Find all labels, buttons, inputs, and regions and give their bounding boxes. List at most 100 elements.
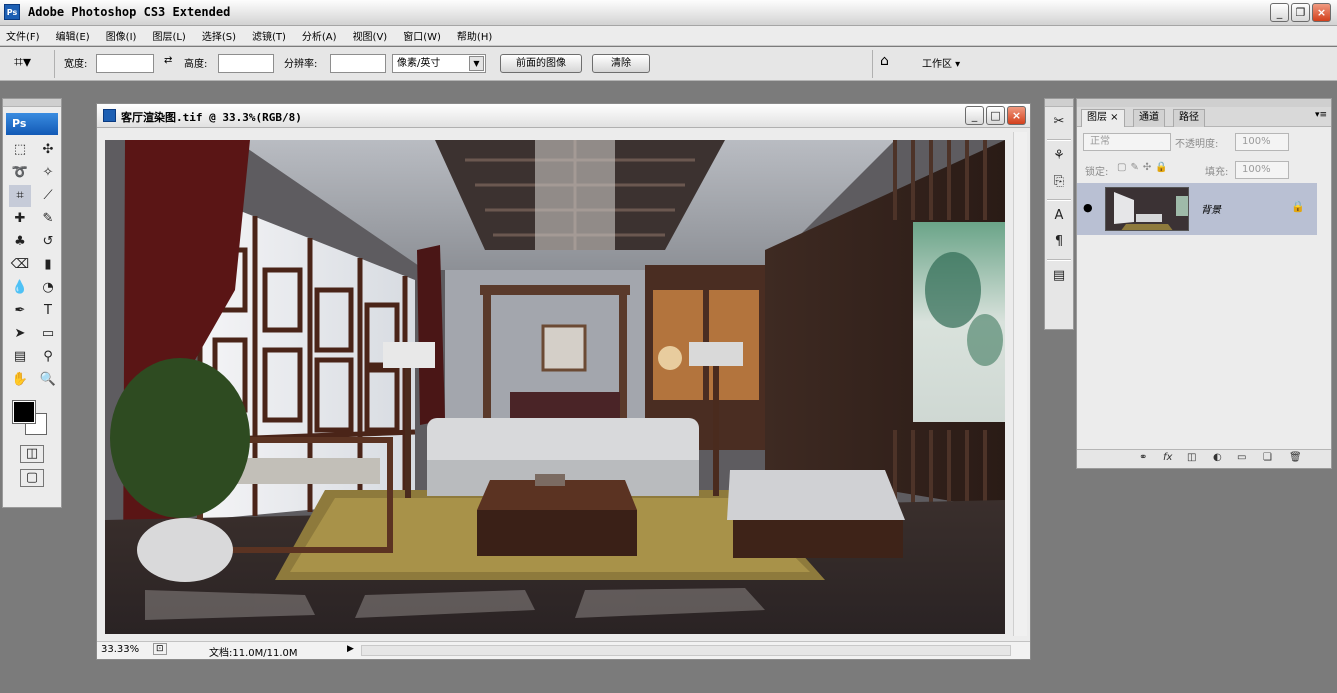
palette-well-icon[interactable]: ⌂: [880, 53, 889, 69]
image-canvas[interactable]: [105, 140, 1005, 634]
brushes-icon[interactable]: ⚘: [1048, 145, 1070, 167]
lasso-tool-icon[interactable]: ➰: [9, 162, 31, 184]
height-input[interactable]: [218, 54, 274, 73]
dock-separator: [1047, 259, 1071, 261]
front-image-button[interactable]: 前面的图像: [500, 54, 582, 73]
menu-view[interactable]: 视图(V): [353, 28, 388, 43]
width-input[interactable]: [96, 54, 154, 73]
resolution-input[interactable]: [330, 54, 386, 73]
blur-tool-icon[interactable]: 💧: [9, 277, 31, 299]
fill-field[interactable]: 100%: [1235, 161, 1289, 179]
horizontal-scrollbar[interactable]: [361, 645, 1011, 656]
panel-tabs: 图层 × 通道 路径 ▾≡: [1077, 107, 1331, 127]
dock-grip[interactable]: [1045, 99, 1073, 107]
fill-value: 100%: [1242, 164, 1271, 175]
paragraph-icon[interactable]: ¶: [1048, 231, 1070, 253]
dodge-tool-icon[interactable]: ◔: [37, 277, 59, 299]
notes-tool-icon[interactable]: ▤: [9, 346, 31, 368]
swap-icon[interactable]: ⇄: [164, 55, 172, 66]
layer-mask-icon[interactable]: ◫: [1187, 452, 1196, 463]
trash-icon[interactable]: 🗑: [1289, 452, 1302, 463]
zoom-preview-icon[interactable]: ⊡: [153, 643, 167, 655]
marquee-tool-icon[interactable]: ⬚: [9, 139, 31, 161]
tab-channels[interactable]: 通道: [1133, 109, 1165, 127]
toolbox-grip[interactable]: [3, 99, 61, 107]
layer-style-icon[interactable]: fx: [1163, 452, 1172, 463]
screen-mode-icon[interactable]: ▢: [20, 469, 44, 487]
unit-select[interactable]: 像素/英寸 ▼: [392, 54, 486, 73]
menu-file[interactable]: 文件(F): [6, 28, 40, 43]
lock-icons[interactable]: ▢✎✣🔒: [1117, 162, 1172, 173]
brush-tool-icon[interactable]: ✎: [37, 208, 59, 230]
zoom-level-field[interactable]: 33.33%: [101, 644, 139, 655]
move-tool-icon[interactable]: ✣: [37, 139, 59, 161]
menu-edit[interactable]: 编辑(E): [56, 28, 90, 43]
hand-tool-icon[interactable]: ✋: [9, 369, 31, 391]
document-maximize-button[interactable]: □: [986, 106, 1005, 125]
character-icon[interactable]: A: [1048, 205, 1070, 227]
menu-analysis[interactable]: 分析(A): [302, 28, 337, 43]
new-group-icon[interactable]: ▭: [1237, 452, 1246, 463]
blend-mode-value: 正常: [1090, 136, 1110, 147]
tab-layers[interactable]: 图层 ×: [1081, 109, 1125, 127]
photoshop-app-icon[interactable]: Ps: [4, 4, 20, 20]
eye-visibility-icon[interactable]: ●: [1083, 201, 1093, 214]
clone-source-icon[interactable]: ⎘: [1048, 171, 1070, 193]
zoom-tool-icon[interactable]: 🔍: [37, 369, 59, 391]
magic-wand-tool-icon[interactable]: ✧: [37, 162, 59, 184]
lock-label: 锁定:: [1085, 167, 1109, 178]
document-close-button[interactable]: ×: [1007, 106, 1026, 125]
living-room-render: [105, 140, 1005, 634]
link-layers-icon[interactable]: ⚭: [1139, 452, 1147, 463]
close-button[interactable]: ×: [1312, 3, 1331, 22]
chevron-down-icon[interactable]: ▼: [469, 56, 484, 71]
tools-preset-icon[interactable]: ✂: [1048, 111, 1070, 133]
layer-row-background[interactable]: ● 背景 🔒: [1077, 183, 1317, 235]
eyedropper-tool-icon[interactable]: ⚲: [37, 346, 59, 368]
crop-tool-icon[interactable]: ⌗: [9, 185, 31, 207]
slice-tool-icon[interactable]: ⟋: [37, 185, 59, 207]
info-panel-icon[interactable]: ▤: [1048, 265, 1070, 287]
options-separator: [872, 50, 873, 78]
adjustment-layer-icon[interactable]: ◐: [1213, 452, 1222, 463]
foreground-color[interactable]: [12, 400, 36, 424]
minimize-button[interactable]: _: [1270, 3, 1289, 22]
status-menu-arrow-icon[interactable]: ▶: [347, 644, 354, 654]
menu-window[interactable]: 窗口(W): [403, 28, 441, 43]
new-layer-icon[interactable]: ❏: [1263, 452, 1272, 463]
layer-name: 背景: [1201, 205, 1221, 216]
menu-filter[interactable]: 滤镜(T): [252, 28, 286, 43]
crop-icon[interactable]: ⌗▾: [14, 52, 31, 72]
clear-button[interactable]: 清除: [592, 54, 650, 73]
path-selection-tool-icon[interactable]: ➤: [9, 323, 31, 345]
unit-select-value: 像素/英寸: [397, 58, 441, 69]
clone-stamp-tool-icon[interactable]: ♣: [9, 231, 31, 253]
panel-grip[interactable]: [1077, 99, 1331, 107]
blend-mode-select[interactable]: 正常: [1083, 133, 1171, 151]
type-tool-icon[interactable]: T: [37, 300, 59, 322]
panel-menu-icon[interactable]: ▾≡: [1315, 110, 1327, 120]
restore-button[interactable]: ❐: [1291, 3, 1310, 22]
document-title-bar[interactable]: 客厅渲染图.tif @ 33.3%(RGB/8) _ □ ×: [97, 104, 1030, 128]
eraser-tool-icon[interactable]: ⌫: [9, 254, 31, 276]
options-bar: ⌗▾ 宽度: ⇄ 高度: 分辨率: 像素/英寸 ▼ 前面的图像 清除 ⌂ 工作区…: [0, 47, 1337, 81]
ps-badge[interactable]: Ps: [6, 113, 58, 135]
menu-layer[interactable]: 图层(L): [152, 28, 185, 43]
shape-tool-icon[interactable]: ▭: [37, 323, 59, 345]
width-label: 宽度:: [64, 59, 88, 70]
menu-help[interactable]: 帮助(H): [457, 28, 492, 43]
pen-tool-icon[interactable]: ✒: [9, 300, 31, 322]
menu-image[interactable]: 图像(I): [106, 28, 137, 43]
healing-brush-tool-icon[interactable]: ✚: [9, 208, 31, 230]
workspace-menu[interactable]: 工作区 ▾: [922, 55, 960, 70]
vertical-scrollbar[interactable]: [1013, 132, 1027, 636]
gradient-tool-icon[interactable]: ▮: [37, 254, 59, 276]
document-minimize-button[interactable]: _: [965, 106, 984, 125]
quick-mask-icon[interactable]: ◫: [20, 445, 44, 463]
opacity-label: 不透明度:: [1175, 139, 1219, 150]
history-brush-tool-icon[interactable]: ↺: [37, 231, 59, 253]
tab-paths[interactable]: 路径: [1173, 109, 1205, 127]
toolbox: Ps ⬚ ✣ ➰ ✧ ⌗ ⟋ ✚ ✎ ♣ ↺ ⌫ ▮ 💧 ◔ ✒ T ➤ ▭ ▤…: [2, 98, 62, 508]
menu-select[interactable]: 选择(S): [202, 28, 236, 43]
opacity-field[interactable]: 100%: [1235, 133, 1289, 151]
